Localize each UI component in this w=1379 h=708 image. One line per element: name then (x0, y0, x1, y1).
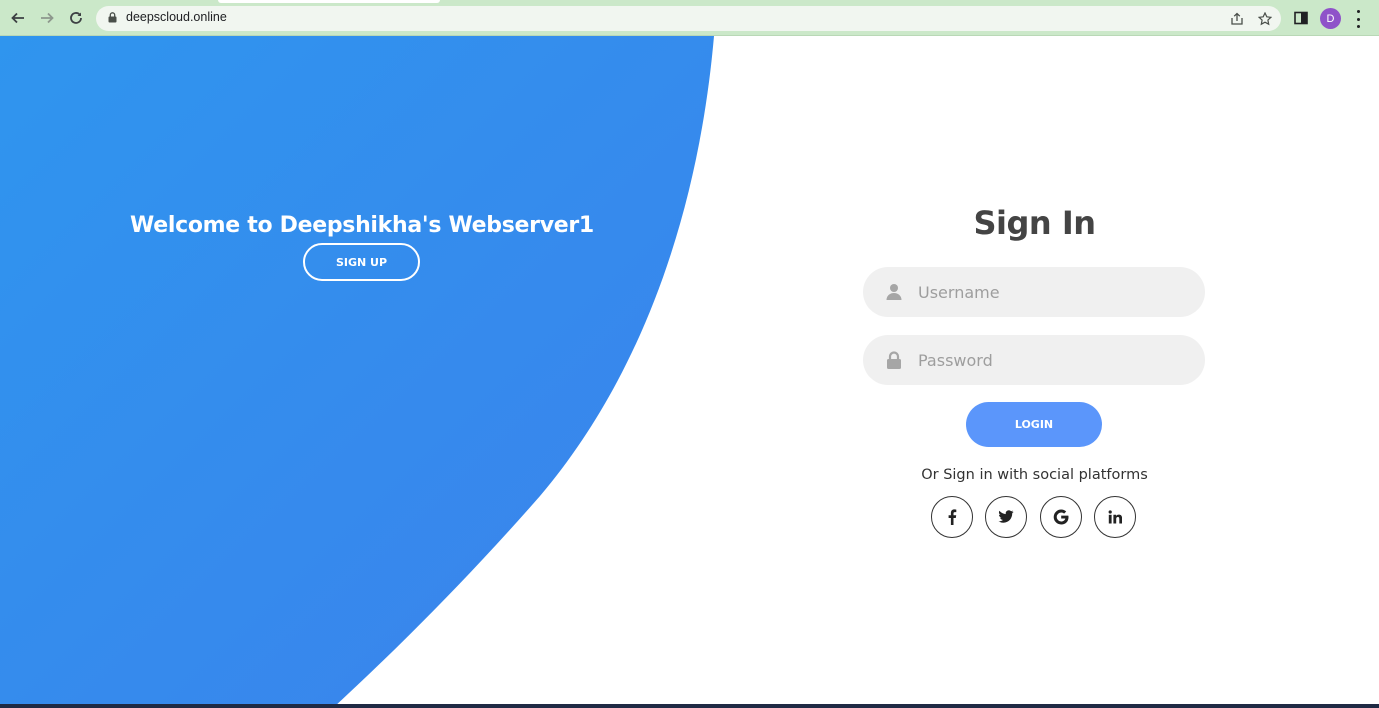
lock-icon (887, 351, 901, 369)
twitter-button[interactable] (985, 496, 1027, 538)
bookmark-button[interactable] (1256, 10, 1274, 28)
tab-strip (0, 0, 1379, 4)
forward-arrow-icon (41, 12, 54, 24)
forward-button[interactable] (37, 8, 57, 28)
back-button[interactable] (8, 8, 28, 28)
sign-up-button[interactable]: SIGN UP (303, 243, 420, 281)
profile-avatar[interactable]: D (1320, 8, 1341, 29)
username-input[interactable] (918, 267, 1188, 317)
url-text: deepscloud.online (126, 10, 227, 24)
sign-in-title: Sign In (973, 204, 1096, 242)
social-signin-text: Or Sign in with social platforms (921, 467, 1148, 483)
twitter-icon (998, 510, 1014, 523)
facebook-button[interactable] (931, 496, 973, 538)
linkedin-icon (1108, 510, 1122, 524)
address-bar[interactable]: deepscloud.online (96, 6, 1281, 31)
reload-button[interactable] (66, 8, 86, 28)
facebook-icon (948, 509, 957, 525)
linkedin-button[interactable] (1094, 496, 1136, 538)
welcome-heading: Welcome to Deepshikha's Webserver1 (130, 213, 594, 238)
login-button[interactable]: LOGIN (966, 402, 1102, 447)
google-icon (1053, 509, 1069, 525)
star-icon (1258, 12, 1272, 26)
username-field[interactable] (863, 267, 1205, 317)
kebab-menu-icon[interactable] (1352, 10, 1364, 28)
taskbar-edge (0, 704, 1379, 708)
password-input[interactable] (918, 335, 1188, 385)
reload-icon (70, 12, 82, 24)
active-tab-edge (218, 0, 440, 3)
back-arrow-icon (11, 12, 24, 24)
browser-toolbar: deepscloud.online D (0, 0, 1379, 36)
share-button[interactable] (1228, 10, 1246, 28)
side-panel-button[interactable] (1291, 8, 1311, 28)
google-button[interactable] (1040, 496, 1082, 538)
page-content: Welcome to Deepshikha's Webserver1 SIGN … (0, 36, 1379, 708)
user-icon (886, 284, 902, 300)
social-buttons (931, 496, 1137, 539)
share-icon (1231, 12, 1243, 25)
lock-icon (108, 12, 117, 23)
side-panel-icon (1294, 11, 1308, 25)
password-field[interactable] (863, 335, 1205, 385)
